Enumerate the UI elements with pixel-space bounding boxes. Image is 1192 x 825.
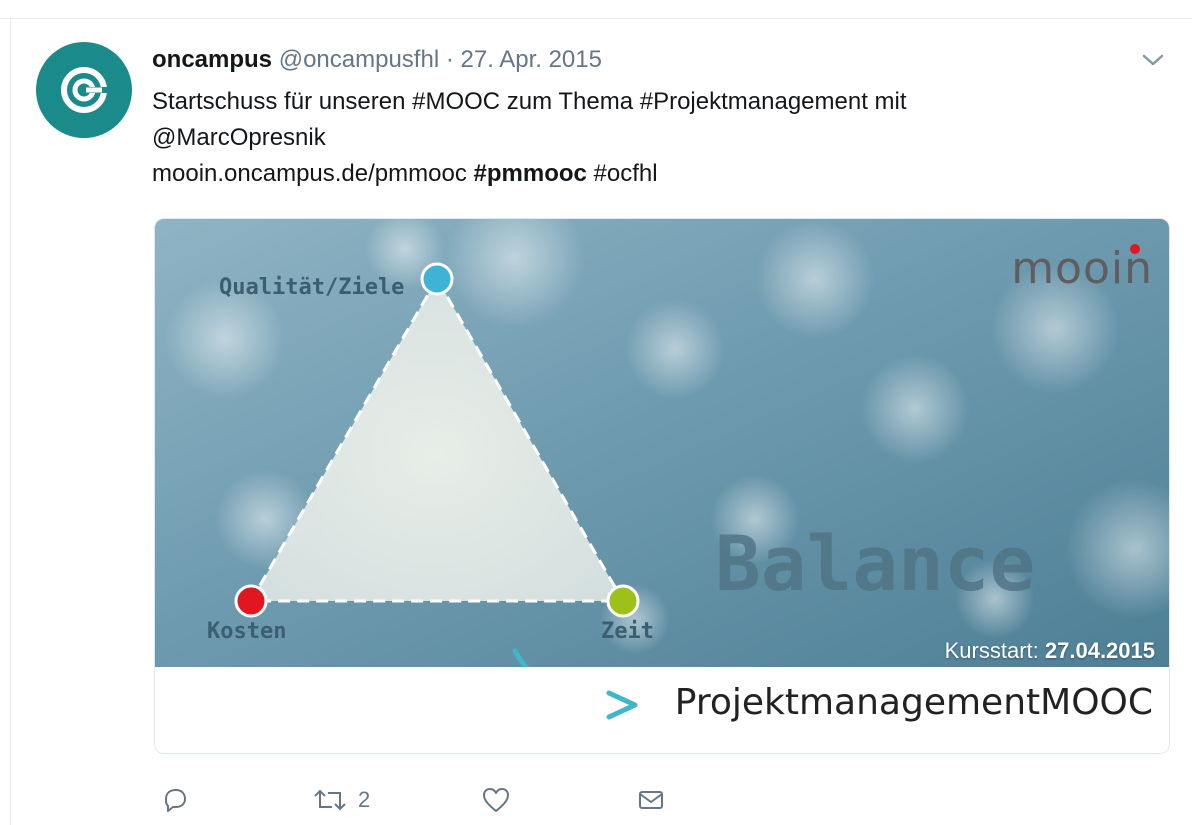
corner-label-top: Qualität/Ziele [219, 275, 405, 300]
tweet-text: Startschuss für unseren #MOOC zum Thema … [152, 84, 1162, 192]
kursstart-date: 27.04.2015 [1044, 638, 1155, 663]
tweet-actions: 2 [152, 780, 752, 820]
retweet-icon [314, 789, 346, 811]
url-link[interactable]: mooin.oncampus.de/pmmooc [152, 160, 467, 187]
tweet-text-line: Startschuss für unseren #MOOC zum Thema … [152, 88, 907, 115]
corner-label-left: Kosten [207, 619, 287, 644]
reply-button[interactable] [160, 780, 190, 820]
author-name[interactable]: oncampus [152, 46, 272, 73]
tweet-text-line: mooin.oncampus.de/pmmooc #pmmooc #ocfhl [152, 156, 1162, 192]
arrow-icon [606, 690, 638, 720]
avatar[interactable] [36, 42, 132, 138]
chevron-down-icon[interactable] [1136, 48, 1170, 72]
top-divider [0, 18, 1192, 19]
link-card[interactable]: Qualität/Ziele Kosten Zeit mooin Balance… [154, 218, 1170, 754]
oncampus-logo-icon [61, 67, 108, 113]
kursstart-text: Kursstart: [944, 638, 1039, 663]
kursstart-label: Kursstart: 27.04.2015 [945, 637, 1155, 665]
author-handle[interactable]: @oncampusfhl [279, 46, 439, 73]
corner-label-right: Zeit [601, 619, 654, 644]
hashtag-link[interactable]: #ocfhl [594, 160, 658, 187]
timeline-rule [10, 18, 11, 825]
envelope-icon [639, 791, 663, 809]
retweet-count: 2 [358, 787, 371, 812]
reply-icon [165, 789, 186, 812]
header-separator: · [445, 46, 454, 73]
mention-link[interactable]: @MarcOpresnik [152, 120, 1162, 156]
card-title[interactable]: ProjektmanagementMOOC [675, 681, 1153, 725]
mooin-logo: mooin [1011, 243, 1153, 294]
like-button[interactable] [480, 780, 512, 820]
node-top [420, 262, 454, 296]
node-left [234, 584, 268, 618]
tweet-header: oncampus @oncampusfhl · 27. Apr. 2015 [152, 44, 602, 76]
retweet-button[interactable]: 2 [312, 780, 370, 820]
direct-message-button[interactable] [636, 780, 666, 820]
hashtag-link[interactable]: #pmmooc [474, 160, 587, 187]
heart-icon [483, 788, 509, 812]
node-right [606, 584, 640, 618]
tweet-date[interactable]: 27. Apr. 2015 [461, 46, 602, 73]
balance-watermark: Balance [715, 519, 1036, 608]
